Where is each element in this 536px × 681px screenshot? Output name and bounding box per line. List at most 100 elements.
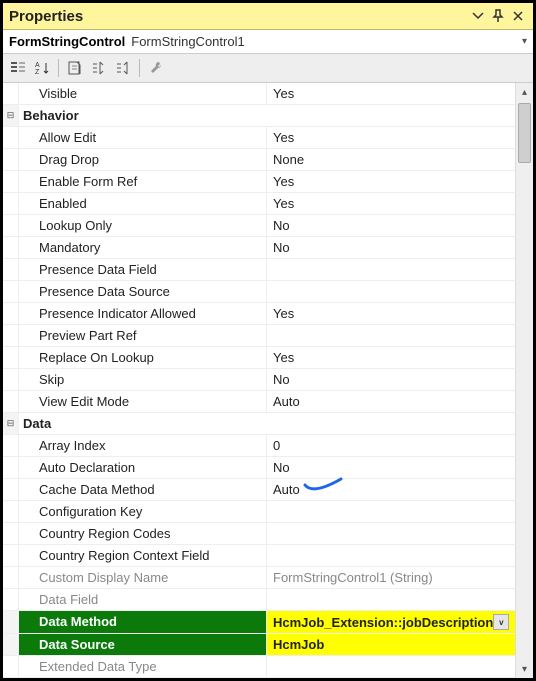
alphabetical-button[interactable]: AZ	[31, 57, 53, 79]
row-gutter	[3, 171, 19, 192]
property-value[interactable]	[267, 589, 515, 610]
property-value[interactable]: HcmJob_Extension::jobDescriptionv	[267, 611, 515, 633]
property-value[interactable]: Yes	[267, 83, 515, 104]
property-value[interactable]: Auto	[267, 391, 515, 412]
property-row[interactable]: Presence Indicator AllowedYes	[3, 303, 515, 325]
property-name: Data	[19, 413, 515, 434]
property-value[interactable]: Auto	[267, 479, 515, 500]
row-gutter	[3, 567, 19, 588]
property-name: Presence Data Source	[19, 281, 267, 302]
property-name: Data Source	[19, 634, 267, 655]
pin-icon[interactable]	[489, 7, 507, 25]
property-value[interactable]: Yes	[267, 303, 515, 324]
property-row[interactable]: Enable Form RefYes	[3, 171, 515, 193]
property-value[interactable]	[267, 281, 515, 302]
property-value[interactable]: No	[267, 237, 515, 258]
property-row[interactable]: Presence Data Field	[3, 259, 515, 281]
property-value[interactable]	[267, 501, 515, 522]
property-value[interactable]: No	[267, 369, 515, 390]
property-value-text: Yes	[273, 196, 294, 211]
toolbar-separator	[139, 59, 140, 77]
property-row[interactable]: Visible Yes	[3, 83, 515, 105]
property-row[interactable]: Custom Display NameFormStringControl1 (S…	[3, 567, 515, 589]
property-row[interactable]: View Edit ModeAuto	[3, 391, 515, 413]
property-name: Behavior	[19, 105, 515, 126]
property-value[interactable]: Yes	[267, 193, 515, 214]
property-value[interactable]: Yes	[267, 347, 515, 368]
property-value[interactable]	[267, 656, 515, 677]
property-row[interactable]: Preview Part Ref	[3, 325, 515, 347]
property-row[interactable]: Data SourceHcmJob	[3, 634, 515, 656]
collapse-button[interactable]	[112, 57, 134, 79]
row-gutter	[3, 457, 19, 478]
row-gutter	[3, 325, 19, 346]
property-row[interactable]: SkipNo	[3, 369, 515, 391]
row-gutter	[3, 347, 19, 368]
property-name: Data Method	[19, 611, 267, 633]
property-name: Cache Data Method	[19, 479, 267, 500]
close-icon[interactable]	[509, 7, 527, 25]
categorized-button[interactable]	[7, 57, 29, 79]
property-row[interactable]: Array Index0	[3, 435, 515, 457]
property-name: Configuration Key	[19, 501, 267, 522]
row-gutter	[3, 479, 19, 500]
property-value-text: No	[273, 240, 290, 255]
property-row[interactable]: Drag DropNone	[3, 149, 515, 171]
property-value[interactable]: FormStringControl1 (String)	[267, 567, 515, 588]
property-value[interactable]: No	[267, 215, 515, 236]
row-gutter	[3, 391, 19, 412]
property-name: Mandatory	[19, 237, 267, 258]
property-row[interactable]: Data Field	[3, 589, 515, 611]
property-value[interactable]: Yes	[267, 127, 515, 148]
collapse-toggle-icon[interactable]: ⊟	[3, 105, 19, 126]
property-value-text: Auto	[273, 482, 300, 497]
property-row[interactable]: EnabledYes	[3, 193, 515, 215]
property-value[interactable]	[267, 545, 515, 566]
dropdown-icon[interactable]: v	[493, 614, 509, 630]
property-row[interactable]: Cache Data Method Auto	[3, 479, 515, 501]
property-name: Enable Form Ref	[19, 171, 267, 192]
property-row[interactable]: Configuration Key	[3, 501, 515, 523]
property-value-text: Yes	[273, 86, 294, 101]
property-row[interactable]: Country Region Context Field	[3, 545, 515, 567]
expand-button[interactable]	[88, 57, 110, 79]
category-row[interactable]: ⊟Data	[3, 413, 515, 435]
property-pages-button[interactable]	[64, 57, 86, 79]
object-selector[interactable]: FormStringControl FormStringControl1 ▾	[3, 30, 533, 54]
vertical-scrollbar[interactable]: ▴ ▾	[515, 83, 533, 678]
property-value[interactable]	[267, 523, 515, 544]
property-value[interactable]: No	[267, 457, 515, 478]
row-gutter	[3, 259, 19, 280]
property-row[interactable]: Lookup OnlyNo	[3, 215, 515, 237]
scroll-down-icon[interactable]: ▾	[516, 660, 533, 678]
property-value[interactable]: 0	[267, 435, 515, 456]
property-row[interactable]: Country Region Codes	[3, 523, 515, 545]
collapse-toggle-icon[interactable]: ⊟	[3, 413, 19, 434]
property-value-text: No	[273, 218, 290, 233]
property-name: Drag Drop	[19, 149, 267, 170]
property-row[interactable]: Auto DeclarationNo	[3, 457, 515, 479]
property-row[interactable]: Extended Data Type	[3, 656, 515, 678]
row-gutter	[3, 634, 19, 655]
window-options-icon[interactable]	[469, 7, 487, 25]
property-value[interactable]: HcmJob	[267, 634, 515, 655]
row-gutter	[3, 83, 19, 104]
property-name: Visible	[19, 83, 267, 104]
property-value[interactable]: None	[267, 149, 515, 170]
object-dropdown-icon[interactable]: ▾	[513, 36, 527, 47]
property-row[interactable]: Presence Data Source	[3, 281, 515, 303]
scroll-up-icon[interactable]: ▴	[516, 83, 533, 101]
property-row[interactable]: Replace On LookupYes	[3, 347, 515, 369]
property-row[interactable]: Allow EditYes	[3, 127, 515, 149]
row-gutter	[3, 215, 19, 236]
wrench-icon[interactable]	[145, 57, 167, 79]
category-row[interactable]: ⊟Behavior	[3, 105, 515, 127]
property-value[interactable]	[267, 259, 515, 280]
property-row[interactable]: Data MethodHcmJob_Extension::jobDescript…	[3, 611, 515, 634]
property-value[interactable]: Yes	[267, 171, 515, 192]
property-value-text: Yes	[273, 306, 294, 321]
property-value[interactable]	[267, 325, 515, 346]
scroll-thumb[interactable]	[518, 103, 531, 163]
row-gutter	[3, 589, 19, 610]
property-row[interactable]: Mandatory No	[3, 237, 515, 259]
